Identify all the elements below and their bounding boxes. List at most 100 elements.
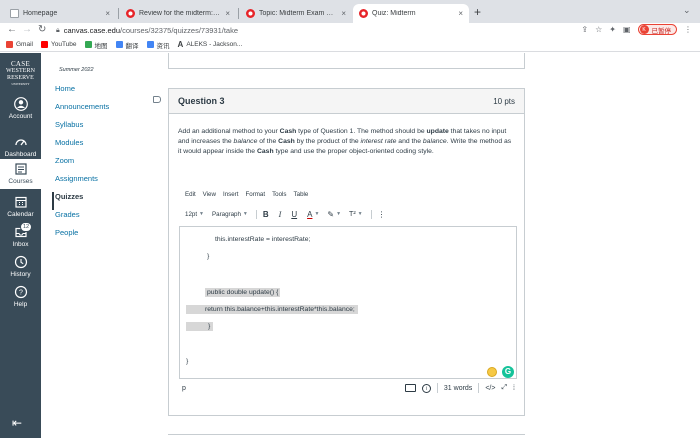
html-editor-toggle[interactable]: </> [485, 385, 495, 392]
browser-tab-quiz[interactable]: Quiz: Midterm × [353, 4, 469, 23]
help-icon: ? [14, 285, 27, 299]
more-options-icon[interactable]: ⋮ [378, 210, 386, 219]
browser-tab-homepage[interactable]: Homepage × [4, 4, 116, 23]
course-nav-syllabus[interactable]: Syllabus [55, 120, 109, 138]
new-tab-button[interactable]: + [474, 5, 481, 19]
flag-question-icon[interactable] [153, 96, 161, 103]
code-line-selected: } [186, 322, 214, 331]
fullscreen-icon[interactable]: ⤢ [501, 384, 507, 392]
italic-button[interactable]: I [279, 210, 282, 219]
courses-icon [14, 163, 27, 175]
bookmark-youtube[interactable]: YouTube [40, 41, 77, 48]
bold-button[interactable]: B [263, 210, 269, 219]
url-bar[interactable]: 🔒︎ canvas.case.edu/courses/32375/quizzes… [56, 24, 576, 37]
menu-tools[interactable]: Tools [272, 191, 286, 198]
kebab-menu-icon[interactable]: ⋮ [684, 25, 692, 34]
editor-menubar: Edit View Insert Format Tools Table [185, 191, 308, 198]
course-navigation: Home Announcements Syllabus Modules Zoom… [52, 84, 109, 246]
underline-button[interactable]: U [291, 210, 297, 219]
emoji-icon[interactable] [487, 367, 497, 377]
prompt-bold: Cash [279, 128, 297, 135]
close-icon[interactable]: × [105, 9, 110, 18]
aleks-icon: A [177, 40, 184, 49]
bookmark-news[interactable]: 资讯 [146, 40, 170, 50]
inbox-unread-badge: 12 [20, 222, 33, 232]
canvas-icon [359, 9, 368, 18]
menu-edit[interactable]: Edit [185, 191, 196, 198]
back-arrow-icon[interactable]: ← [7, 24, 17, 35]
bookmark-maps[interactable]: 地图 [84, 40, 108, 50]
bookmark-label: Gmail [16, 41, 33, 48]
profile-button[interactable]: K 已暂停 [637, 24, 677, 35]
logo-line: CASE [10, 60, 31, 68]
bookmark-aleks[interactable]: A ALEKS - Jackson... [178, 40, 243, 49]
global-nav-account[interactable]: Account [0, 97, 41, 120]
chevron-down-icon[interactable]: ⌄ [683, 5, 691, 16]
text-color-button[interactable]: A ▼ [307, 210, 319, 219]
code-line: } [207, 253, 210, 260]
collapse-nav-icon[interactable]: ⇤ [12, 416, 22, 430]
element-path[interactable]: p [182, 385, 186, 392]
course-nav-people[interactable]: People [55, 228, 109, 246]
star-icon[interactable]: ☆ [595, 25, 602, 34]
logo-line: RESERVE [7, 75, 34, 81]
extensions-icon[interactable]: ✦ [609, 25, 616, 34]
course-nav-announcements[interactable]: Announcements [55, 102, 109, 120]
rich-text-editor[interactable]: this.interestRate = interestRate; } publ… [179, 226, 517, 379]
grammarly-icon[interactable]: G [502, 366, 514, 378]
course-nav-home[interactable]: Home [55, 84, 109, 102]
word-count[interactable]: 31 words [444, 385, 472, 392]
global-nav-history[interactable]: History [0, 255, 41, 278]
highlight-icon: ✎ [327, 209, 335, 219]
global-nav-help[interactable]: ? Help [0, 285, 41, 308]
forward-arrow-icon[interactable]: → [22, 24, 32, 35]
browser-tab-strip: Homepage × Review for the midterm: Intro… [0, 0, 700, 23]
close-icon[interactable]: × [341, 9, 346, 18]
browser-tab-topic[interactable]: Topic: Midterm Exam Details and × [240, 4, 352, 23]
resize-handle-icon[interactable]: ⁞ [513, 385, 515, 392]
global-nav-inbox[interactable]: 12 Inbox [0, 222, 41, 248]
menu-table[interactable]: Table [294, 191, 309, 198]
toolbar-divider [370, 209, 372, 219]
course-nav-grades[interactable]: Grades [55, 210, 109, 228]
superscript-button[interactable]: T² ▼ [349, 211, 363, 218]
keyboard-shortcuts-icon[interactable] [404, 384, 416, 392]
global-nav-courses[interactable]: Courses [0, 159, 41, 189]
university-logo[interactable]: CASE WESTERN RESERVE UNIVERSITY [2, 60, 39, 87]
course-nav-assignments[interactable]: Assignments [55, 174, 109, 192]
reload-icon[interactable]: ↻ [38, 24, 46, 35]
menu-view[interactable]: View [203, 191, 216, 198]
tab-title: Quiz: Midterm [372, 10, 416, 17]
global-nav-dashboard[interactable]: Dashboard [0, 135, 41, 158]
tab-title: Review for the midterm: Introduction [139, 10, 221, 17]
close-icon[interactable]: × [458, 9, 463, 18]
bookmark-gmail[interactable]: Gmail [6, 41, 33, 48]
font-size-value: 12pt [185, 210, 198, 218]
highlight-button[interactable]: ✎ ▼ [327, 210, 341, 219]
prompt-text: Add an additional method to your [178, 128, 280, 135]
tab-title: Homepage [23, 10, 58, 17]
bookmark-label: 翻译 [125, 42, 139, 50]
nav-label: Help [13, 301, 28, 308]
menu-format[interactable]: Format [245, 191, 265, 198]
browser-tab-review[interactable]: Review for the midterm: Introduction × [120, 4, 236, 23]
maps-icon [84, 41, 92, 48]
prompt-text: type of Question 1. The method should be [296, 128, 427, 135]
accessibility-checker-icon[interactable]: i [421, 383, 431, 393]
bookmark-translate[interactable]: 翻译 [115, 40, 139, 50]
block-format-select[interactable]: Paragraph ▼ [212, 211, 248, 218]
course-nav-modules[interactable]: Modules [55, 138, 109, 156]
font-size-select[interactable]: 12pt ▼ [185, 211, 204, 218]
share-icon[interactable]: ⇪ [581, 25, 588, 34]
global-nav-calendar[interactable]: Calendar [0, 195, 41, 218]
close-icon[interactable]: × [225, 9, 230, 18]
term-label: Summer 2022 [59, 67, 94, 73]
course-nav-quizzes[interactable]: Quizzes [52, 192, 109, 210]
browser-actions: ⇪ ☆ ✦ ▣ K 已暂停 ⋮ [581, 24, 692, 35]
menu-insert[interactable]: Insert [223, 191, 238, 198]
sidepanel-icon[interactable]: ▣ [623, 25, 631, 34]
svg-text:?: ? [19, 290, 23, 297]
chevron-down-icon: ▼ [314, 211, 320, 217]
prompt-text: and the [396, 138, 423, 145]
course-nav-zoom[interactable]: Zoom [55, 156, 109, 174]
